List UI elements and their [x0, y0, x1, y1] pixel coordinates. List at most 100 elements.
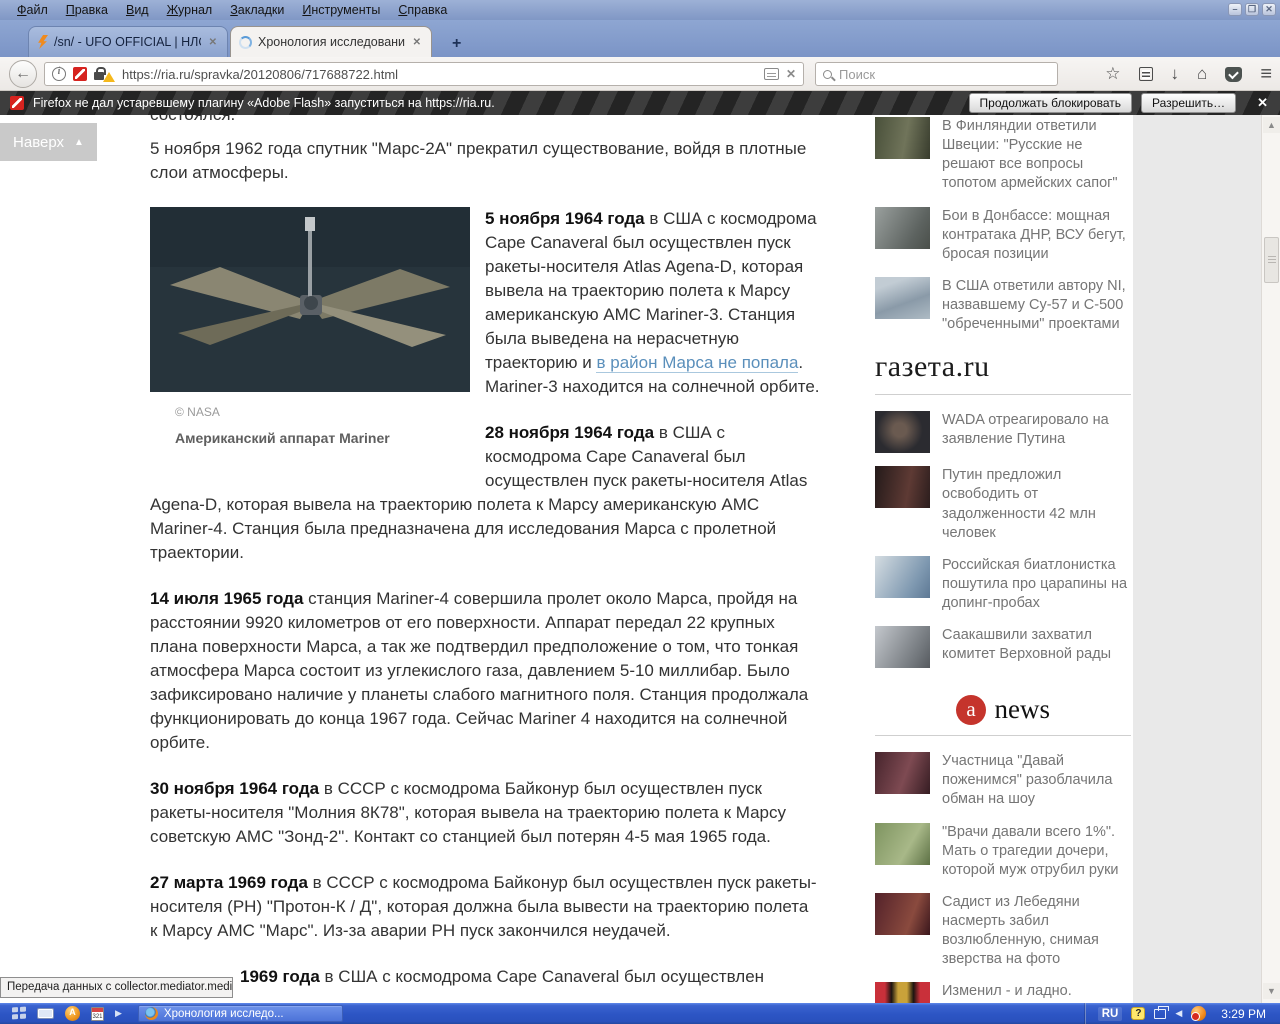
stop-load-icon[interactable]: ✕ — [786, 67, 796, 81]
app-a-icon[interactable] — [65, 1006, 80, 1021]
anews-a-icon: a — [956, 694, 987, 725]
desktop: Файл Правка Вид Журнал Закладки Инструме… — [0, 0, 1280, 1024]
toolbar-icons: ☆ ↓ ⌂ ≡ — [1105, 62, 1272, 86]
menu-tools[interactable]: Инструменты — [293, 1, 389, 19]
task-button-label: Хронология исследо... — [163, 1007, 284, 1020]
date-lead: 30 ноября 1964 года — [150, 779, 320, 798]
back-button[interactable]: ← — [9, 60, 37, 88]
url-bar[interactable]: https://ria.ru/spravka/20120806/71768872… — [44, 62, 804, 86]
scroll-down-icon[interactable]: ▼ — [1263, 983, 1280, 999]
taskbar-clock: 3:29 PM — [1221, 1006, 1266, 1021]
date-lead: 14 июля 1965 года — [150, 589, 304, 608]
tab-ufo[interactable]: /sn/ - UFO OFFICIAL | НЛО О... ✕ — [28, 26, 228, 57]
news-thumbnail — [875, 411, 930, 454]
chevron-left-icon[interactable]: ◀ — [1175, 1008, 1182, 1019]
search-bar[interactable]: Поиск — [815, 62, 1058, 86]
date-lead: 27 марта 1969 года — [150, 873, 308, 892]
scrollbar[interactable]: ▲ ▼ — [1261, 115, 1280, 1003]
image-credit: © NASA — [175, 405, 220, 419]
notification-text: Firefox не дал устаревшему плагину «Adob… — [33, 96, 495, 110]
list-item[interactable]: Участница "Давай поженимся" разоблачила … — [875, 752, 1131, 809]
url-text[interactable]: https://ria.ru/spravka/20120806/71768872… — [122, 67, 398, 82]
scrollbar-thumb[interactable] — [1264, 237, 1279, 283]
chevron-right-icon[interactable]: ▶ — [115, 1008, 122, 1019]
lock-icon[interactable] — [94, 67, 106, 81]
menu-bookmarks[interactable]: Закладки — [221, 1, 293, 19]
news-thumbnail — [875, 892, 930, 935]
antivirus-icon[interactable] — [1191, 1006, 1207, 1021]
bookmark-star-icon[interactable]: ☆ — [1105, 62, 1120, 86]
article-link[interactable]: в район Марса не попала — [596, 353, 799, 373]
article-body: состоялся. 5 ноября 1962 года спутник "М… — [150, 115, 820, 989]
calendar-icon[interactable] — [91, 1006, 104, 1021]
article-paragraph: 5 ноября 1962 года спутник "Марс-2А" пре… — [150, 139, 807, 182]
tab-close-icon[interactable]: ✕ — [207, 37, 219, 48]
list-item[interactable]: В Финляндии ответили Швеции: "Русские не… — [875, 117, 1131, 194]
tab-close-icon[interactable]: ✕ — [411, 37, 423, 48]
restore-button[interactable]: ❐ — [1245, 3, 1259, 16]
tab-title: Хронология исследования ... — [258, 35, 405, 49]
minimize-button[interactable]: – — [1228, 3, 1242, 16]
scroll-up-icon[interactable]: ▲ — [1263, 117, 1280, 133]
list-item[interactable]: Путин предложил освободить от задолженно… — [875, 466, 1131, 543]
list-item[interactable]: Изменил - и ладно. Знаменитые женщины, п… — [875, 982, 1131, 1003]
downloads-icon[interactable]: ↓ — [1171, 62, 1180, 86]
search-placeholder: Поиск — [839, 66, 876, 82]
new-tab-button[interactable]: + — [446, 36, 467, 52]
menu-help[interactable]: Справка — [389, 1, 456, 19]
close-button[interactable]: ✕ — [1262, 3, 1276, 16]
flash-plugin-icon[interactable] — [73, 67, 87, 81]
windows-logo-icon[interactable] — [12, 1006, 26, 1021]
help-balloon-icon[interactable] — [1131, 1007, 1146, 1020]
article-figure: © NASA Американский аппарат Mariner — [150, 207, 485, 472]
news-thumbnail — [875, 626, 930, 669]
list-item[interactable]: В США ответили автору NI, назвавшему Су-… — [875, 276, 1131, 334]
list-item[interactable]: "Врачи давали всего 1%". Мать о трагедии… — [875, 822, 1131, 880]
list-item[interactable]: Бои в Донбассе: мощная контратака ДНР, В… — [875, 206, 1131, 264]
menu-file[interactable]: Файл — [8, 1, 57, 19]
language-indicator[interactable]: RU — [1097, 1006, 1123, 1021]
list-item[interactable]: WADA отреагировало на заявление Путина — [875, 411, 1131, 454]
navigation-toolbar: ← https://ria.ru/spravka/20120806/717688… — [0, 57, 1280, 91]
firefox-icon — [144, 1007, 158, 1020]
tab-chronology[interactable]: Хронология исследования ... ✕ — [230, 26, 432, 57]
news-thumbnail — [875, 822, 930, 865]
continue-blocking-button[interactable]: Продолжать блокировать — [968, 93, 1133, 113]
allow-button[interactable]: Разрешить… — [1141, 93, 1237, 113]
search-icon — [823, 69, 832, 79]
anews-logo[interactable]: a news — [875, 694, 1131, 725]
list-item[interactable]: Российская биатлонистка пошутила про цар… — [875, 555, 1131, 613]
news-thumbnail — [875, 117, 930, 159]
flash-blocked-icon — [10, 96, 24, 110]
notification-close-icon[interactable]: ✕ — [1245, 95, 1280, 111]
lightning-icon — [38, 35, 48, 49]
status-tooltip: Передача данных с collector.mediator.med… — [0, 977, 233, 998]
menu-edit[interactable]: Правка — [57, 1, 117, 19]
reader-mode-icon[interactable] — [763, 68, 779, 80]
loading-spinner-icon — [239, 35, 252, 49]
site-info-icon[interactable] — [52, 66, 66, 81]
home-icon[interactable]: ⌂ — [1197, 62, 1207, 86]
article-paragraph: состоялся. — [150, 115, 820, 127]
menu-history[interactable]: Журнал — [158, 1, 222, 19]
list-item[interactable]: Садист из Лебедяни насмерть забил возлюб… — [875, 892, 1131, 970]
up-arrow-icon: ▲ — [74, 136, 84, 148]
menu-view[interactable]: Вид — [117, 1, 158, 19]
image-caption: Американский аппарат Mariner — [175, 430, 390, 446]
system-tray: RU ◀ 3:29 PM — [1086, 1003, 1280, 1024]
tab-title: /sn/ - UFO OFFICIAL | НЛО О... — [54, 35, 201, 49]
firefox-task-button[interactable]: Хронология исследо... — [137, 1005, 343, 1022]
news-thumbnail — [875, 276, 930, 319]
window-stack-icon[interactable] — [1154, 1005, 1170, 1019]
pocket-icon[interactable] — [1225, 66, 1243, 82]
keyboard-icon[interactable] — [37, 1008, 54, 1019]
divider — [875, 394, 1131, 396]
gazeta-logo[interactable]: газета.ru — [875, 350, 1131, 384]
list-item[interactable]: Саакашвили захватил комитет Верховной ра… — [875, 626, 1131, 669]
bookmarks-menu-icon[interactable] — [1138, 67, 1153, 81]
plugin-notification-bar: Firefox не дал устаревшему плагину «Adob… — [0, 91, 1280, 115]
taskbar: ▶ Хронология исследо... RU ◀ 3:29 PM — [0, 1003, 1280, 1024]
back-to-top-button[interactable]: Наверх ▲ — [0, 123, 97, 161]
hamburger-menu-icon[interactable]: ≡ — [1260, 62, 1272, 86]
news-thumbnail — [875, 206, 930, 249]
